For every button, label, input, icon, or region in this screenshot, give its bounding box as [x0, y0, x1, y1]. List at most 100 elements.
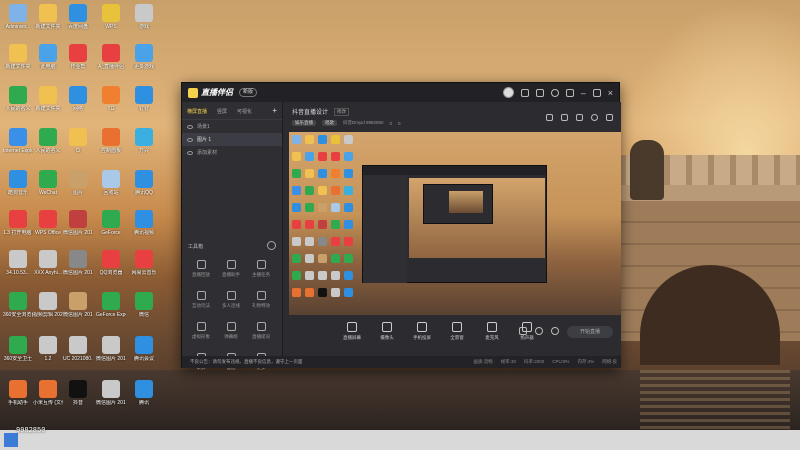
record-icon[interactable] — [546, 114, 553, 121]
desktop-icon[interactable]: GeForce Experience — [96, 292, 126, 318]
desktop-icon[interactable]: 作业帮 — [63, 44, 93, 70]
desktop-icon[interactable]: 1.3 打开电脑 第二节笔记 — [3, 210, 33, 236]
desktop-icon[interactable]: Administr... — [3, 4, 33, 30]
desktop-icon[interactable]: 游戏 — [129, 4, 159, 30]
desktop-icon[interactable]: 小米互传 (文件) — [33, 380, 63, 406]
desktop-icon[interactable]: 微信图片 2019120... — [96, 380, 126, 406]
desktop-icon[interactable]: 人民的名义 — [3, 86, 33, 112]
tool-item[interactable]: 礼物特效 — [246, 291, 276, 309]
desktop-icon[interactable]: 新建文件夹 — [33, 4, 63, 30]
camera-icon[interactable] — [519, 327, 527, 335]
lock-icon[interactable] — [561, 114, 568, 121]
desktop-icon[interactable]: UC 2021080... — [63, 336, 93, 362]
tool-item[interactable]: 弹幕姬 — [216, 322, 246, 340]
layout-icon[interactable] — [576, 114, 583, 121]
desktop-icon[interactable]: 新建文件夹 — [33, 86, 63, 112]
category-pill[interactable]: 娱乐直播 — [292, 120, 316, 126]
stream-preview[interactable] — [289, 132, 621, 315]
desktop-icon[interactable]: 腾讯QQ — [129, 170, 159, 196]
share-icon[interactable] — [606, 114, 613, 121]
source-button[interactable]: 全景窗 — [444, 322, 470, 341]
menu-icon[interactable] — [565, 88, 574, 97]
desktop-icon[interactable]: WeChat — [33, 170, 63, 196]
desktop-icon[interactable]: A_直播伴侣 — [96, 44, 126, 70]
tool-item[interactable]: 多人连线 — [216, 291, 246, 309]
visibility-eye-icon[interactable] — [187, 150, 193, 155]
desktop-icon[interactable]: 微信图片 2019112... — [96, 336, 126, 362]
desktop-icon[interactable]: 抖音 — [63, 380, 93, 406]
start-live-button[interactable]: 开始直播 — [567, 326, 613, 338]
subcategory-pill[interactable]: 唱歌 — [322, 120, 337, 126]
user-avatar[interactable] — [502, 87, 514, 98]
desktop-icon[interactable]: 视频剪辑 2021080... — [33, 292, 63, 318]
desktop-icon[interactable]: QQ浏览器 — [96, 250, 126, 276]
visibility-eye-icon[interactable] — [187, 137, 193, 142]
desktop-icon[interactable]: 手机助手 — [3, 380, 33, 406]
desktop-icon[interactable]: WPS Office — [33, 210, 63, 236]
desktop-icon[interactable]: 腾讯视频 — [129, 210, 159, 236]
desktop-icon[interactable]: TG — [96, 86, 126, 112]
desktop-icon[interactable]: 网络 — [63, 86, 93, 112]
desktop-icon[interactable]: 微信 — [129, 292, 159, 318]
desktop-icon[interactable]: 1.2 — [33, 336, 63, 362]
scene-item[interactable]: 场景1 — [182, 120, 282, 133]
desktop-icon[interactable]: 酷狗音乐 — [3, 170, 33, 196]
maximize-icon[interactable] — [592, 88, 601, 97]
desktop-icon[interactable]: 更多游戏 — [129, 44, 159, 70]
tool-item[interactable]: 直播回放 — [186, 260, 216, 278]
desktop-icon[interactable]: 钉钉 — [129, 86, 159, 112]
source-button[interactable]: 麦克风 — [479, 322, 505, 341]
source-button[interactable]: 摄像头 — [374, 322, 400, 341]
desktop-icon[interactable]: 万兴 — [129, 128, 159, 154]
tab-landscape[interactable]: 横屏直播 — [187, 108, 207, 115]
tab-portrait[interactable]: 竖屏 — [217, 108, 227, 115]
collapse-icon[interactable] — [187, 124, 193, 129]
source-button[interactable]: 手机投屏 — [409, 322, 435, 341]
tool-item[interactable]: 直播提词 — [246, 322, 276, 340]
version-badge[interactable]: 新版 — [239, 88, 258, 97]
desktop-icon[interactable]: Internet Explorer — [3, 128, 33, 154]
desktop-icon[interactable]: 人民的名义 — [33, 128, 63, 154]
tab-visual[interactable]: 可视化 — [237, 108, 252, 115]
desktop-icon[interactable]: 图片 — [63, 170, 93, 196]
desktop-icon[interactable]: 回收站 — [96, 170, 126, 196]
desktop-icon[interactable]: WPS — [96, 4, 126, 30]
live-companion-window[interactable]: 直播伴侣 新版 – × 横屏直播 竖屏 可视化 + 场景1 图片 1 添加素材 … — [181, 82, 621, 370]
desktop-icon[interactable]: 网易云音乐 — [129, 250, 159, 276]
tool-item[interactable]: 互动玩法 — [186, 291, 216, 309]
minimize-icon[interactable]: – — [581, 88, 586, 97]
tool-item[interactable]: 主播任务 — [246, 260, 276, 278]
desktop-icon[interactable]: 百度网盘 — [63, 4, 93, 30]
desktop-icon[interactable]: 微信图片 2019101... — [63, 210, 93, 236]
tool-item[interactable]: 直播助手 — [216, 260, 246, 278]
message-icon[interactable] — [520, 88, 529, 97]
desktop-icon[interactable]: 360安全卫士 — [3, 336, 33, 362]
desktop-icon[interactable]: 微信图片 20191120... — [63, 292, 93, 318]
start-icon[interactable] — [4, 433, 18, 447]
add-source-item[interactable]: 添加素材 — [182, 146, 282, 159]
desktop-icon[interactable]: 腾讯会议 — [129, 336, 159, 362]
toolbox-more-icon[interactable] — [267, 241, 276, 250]
desktop-icon[interactable]: XXX Anyhi... — [33, 250, 63, 276]
source-item-image[interactable]: 图片 1 — [182, 133, 282, 146]
desktop-icon[interactable]: Ci — [63, 128, 93, 154]
source-button[interactable]: 直播屏幕 — [339, 322, 365, 341]
gear-icon[interactable] — [551, 327, 559, 335]
eye-icon[interactable] — [535, 327, 543, 335]
edit-title-button[interactable]: 修改 — [334, 107, 350, 116]
desktop-icon[interactable]: 新建文件夹 — [3, 44, 33, 70]
title-bar[interactable]: 直播伴侣 新版 – × — [182, 83, 619, 102]
desktop-icon[interactable]: GeForce — [96, 210, 126, 236]
settings-icon[interactable] — [550, 88, 559, 97]
stream-title[interactable]: 抖音直播设计 — [292, 107, 328, 116]
desktop-icon[interactable]: 360安全浏览器 (文) — [3, 292, 33, 318]
tool-item[interactable]: 虚拟形象 — [186, 322, 216, 340]
desktop-icon[interactable]: 此电脑 — [33, 44, 63, 70]
add-scene-icon[interactable]: + — [272, 107, 277, 115]
desktop-icon[interactable]: 34.10.53... — [3, 250, 33, 276]
desktop-icon[interactable]: 微信图片 2019101... — [63, 250, 93, 276]
notification-icon[interactable] — [591, 114, 598, 121]
lock-icon[interactable] — [535, 88, 544, 97]
desktop-icon[interactable]: 腾讯 — [129, 380, 159, 406]
close-icon[interactable]: × — [608, 88, 613, 97]
